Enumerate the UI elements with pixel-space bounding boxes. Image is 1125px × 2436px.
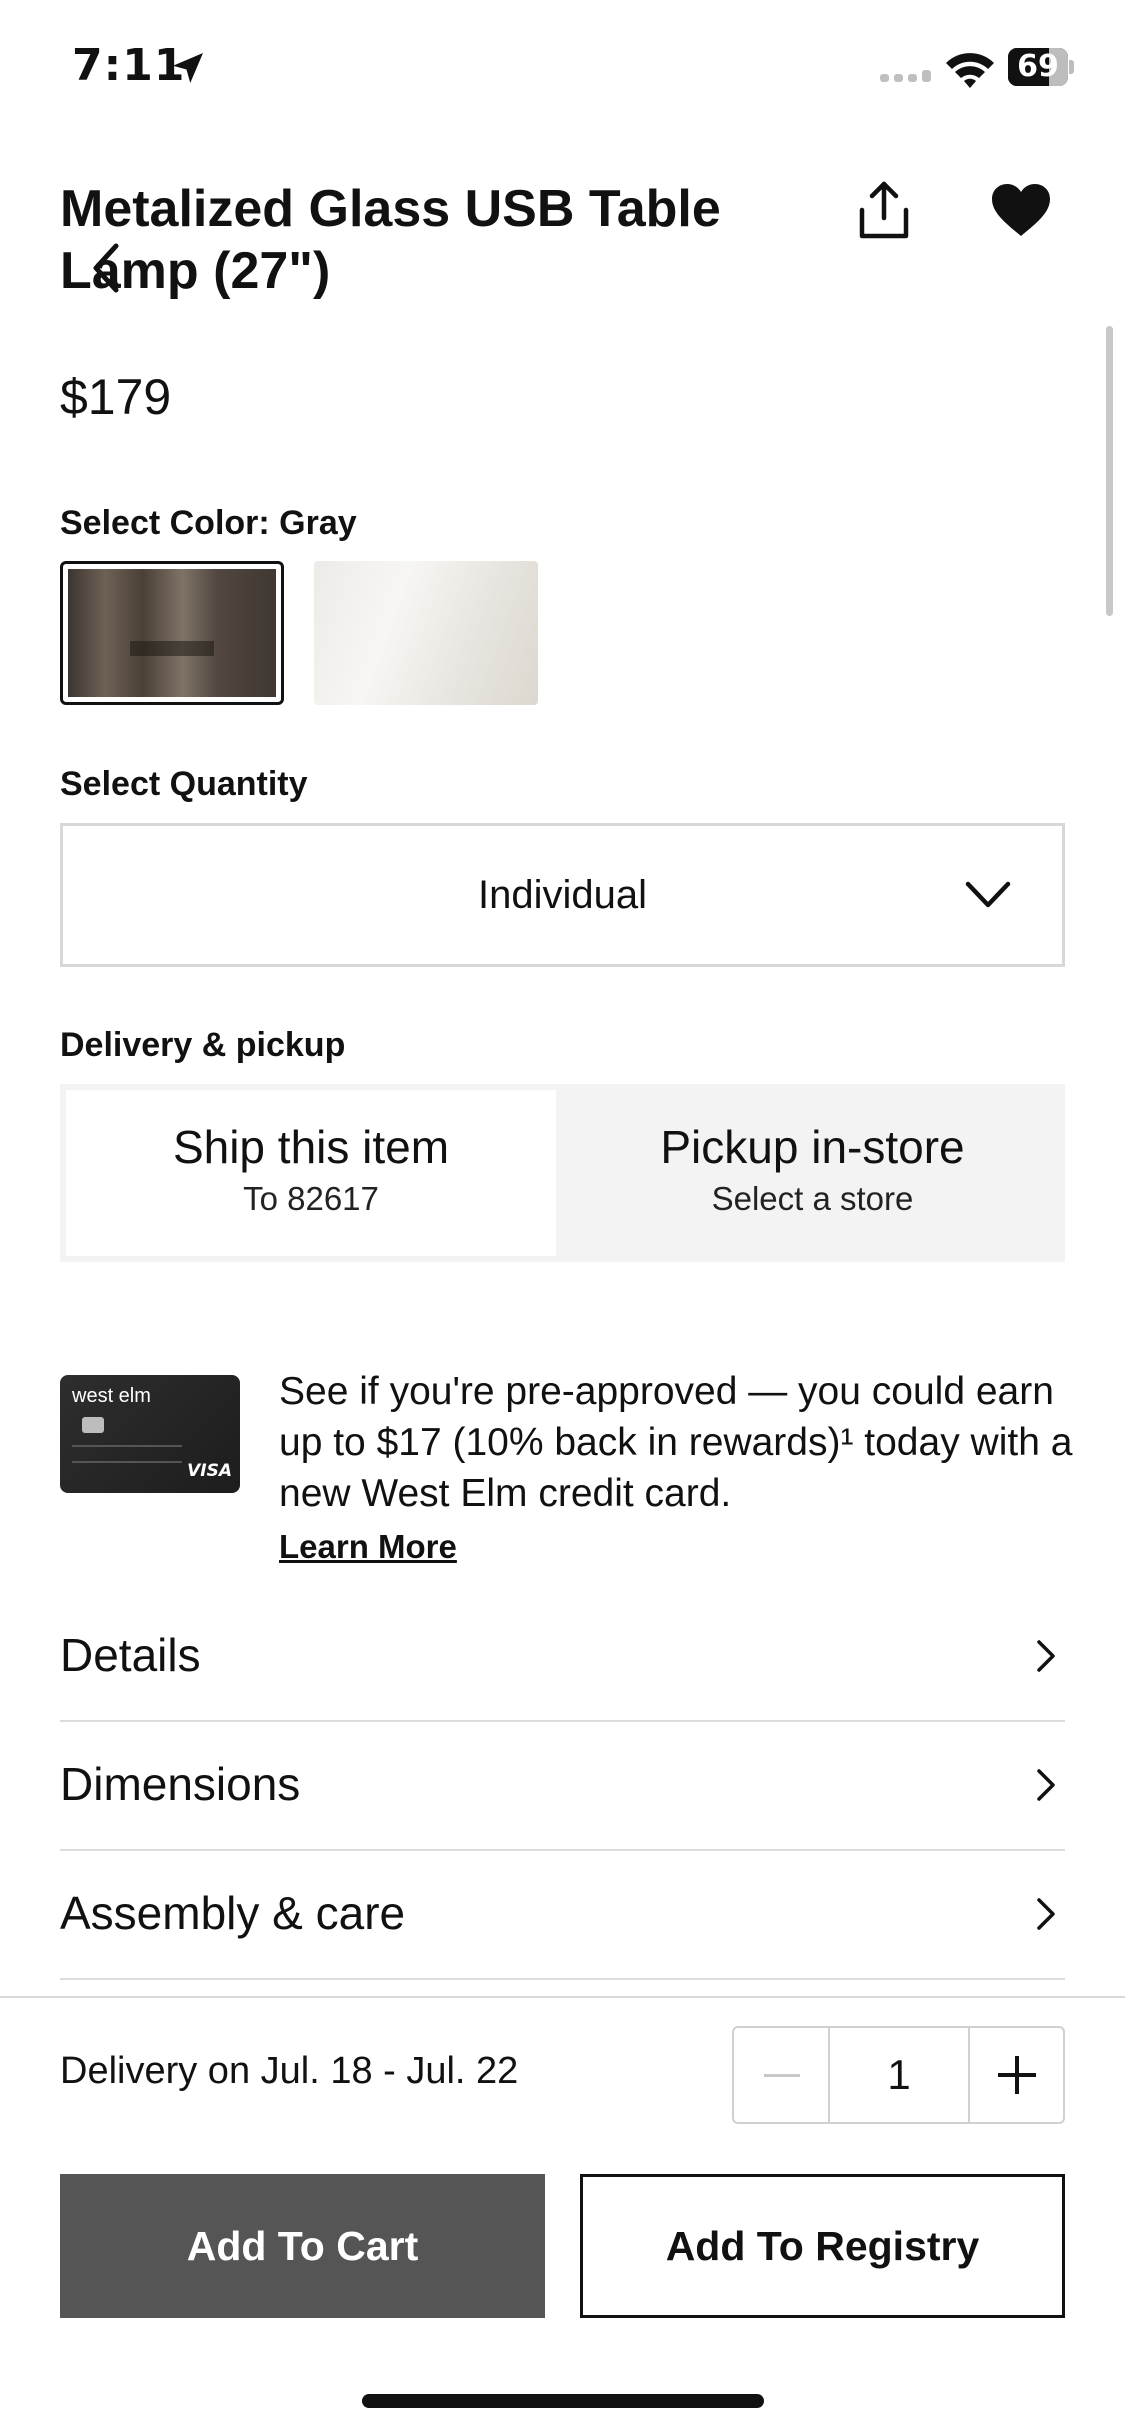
details-label: Details <box>60 1629 201 1681</box>
product-title-line1: Metalized Glass USB Table <box>60 180 721 238</box>
pickup-option[interactable]: Pickup in-store Select a store <box>560 1084 1065 1262</box>
card-chip-icon <box>82 1417 104 1433</box>
add-to-registry-button[interactable]: Add To Registry <box>580 2174 1065 2318</box>
color-label: Select Color: Gray <box>60 504 357 542</box>
quantity-label: Select Quantity <box>60 765 308 803</box>
credit-card-image: west elm VISA <box>60 1375 240 1493</box>
location-arrow-icon <box>173 53 203 83</box>
dimensions-row[interactable]: Dimensions <box>60 1723 1065 1851</box>
status-time: 7:11 <box>72 40 186 91</box>
add-to-cart-button[interactable]: Add To Cart <box>60 2174 545 2318</box>
delivery-label: Delivery & pickup <box>60 1026 346 1064</box>
decrement-button[interactable] <box>734 2028 830 2122</box>
details-row[interactable]: Details <box>60 1594 1065 1722</box>
battery-percent: 69 <box>1017 49 1059 84</box>
wifi-icon <box>946 53 994 88</box>
learn-more-link[interactable]: Learn More <box>279 1528 457 1566</box>
product-title: Metalized Glass USB Table Lamp (27") <box>60 178 740 302</box>
card-details <box>72 1445 182 1463</box>
chevron-left-icon[interactable] <box>86 240 126 296</box>
signal-icon <box>880 70 931 82</box>
chevron-down-icon <box>965 881 1011 908</box>
product-price: $179 <box>60 369 172 425</box>
heart-icon[interactable] <box>990 182 1052 238</box>
ship-option[interactable]: Ship this item To 82617 <box>66 1090 556 1256</box>
dimensions-label: Dimensions <box>60 1758 301 1810</box>
delivery-estimate: Delivery on Jul. 18 - Jul. 22 <box>60 2050 519 2092</box>
swatch-white[interactable] <box>314 561 538 705</box>
increment-button[interactable] <box>970 2028 1065 2122</box>
quantity-stepper: 1 <box>732 2026 1065 2124</box>
visa-logo: VISA <box>187 1461 232 1481</box>
pickup-title: Pickup in-store <box>660 1121 965 1173</box>
pickup-store: Select a store <box>711 1180 914 1217</box>
home-indicator[interactable] <box>362 2394 764 2408</box>
ship-title: Ship this item <box>172 1121 450 1173</box>
status-bar: 7:11 69 <box>0 0 1125 140</box>
scrollbar[interactable] <box>1106 326 1113 616</box>
assembly-care-row[interactable]: Assembly & care <box>60 1852 1065 1980</box>
assembly-care-label: Assembly & care <box>60 1887 406 1939</box>
quantity-select[interactable]: Individual <box>60 823 1065 967</box>
ship-zip: To 82617 <box>243 1180 379 1217</box>
chevron-right-icon <box>1037 1640 1055 1672</box>
share-icon[interactable] <box>856 180 912 240</box>
chevron-right-icon <box>1037 1898 1055 1930</box>
card-brand: west elm <box>72 1385 151 1407</box>
chevron-right-icon <box>1037 1769 1055 1801</box>
quantity-select-value: Individual <box>477 873 647 917</box>
quantity-value[interactable]: 1 <box>830 2028 970 2122</box>
battery-icon: 69 <box>1008 48 1074 86</box>
promo-text: See if you're pre-approved — you could e… <box>279 1370 1073 1515</box>
swatch-gray[interactable] <box>60 561 284 705</box>
bottom-action-bar: Delivery on Jul. 18 - Jul. 22 1 Add To C… <box>0 1996 1125 2436</box>
delivery-options: Ship this item To 82617 Pickup in-store … <box>60 1084 1065 1262</box>
